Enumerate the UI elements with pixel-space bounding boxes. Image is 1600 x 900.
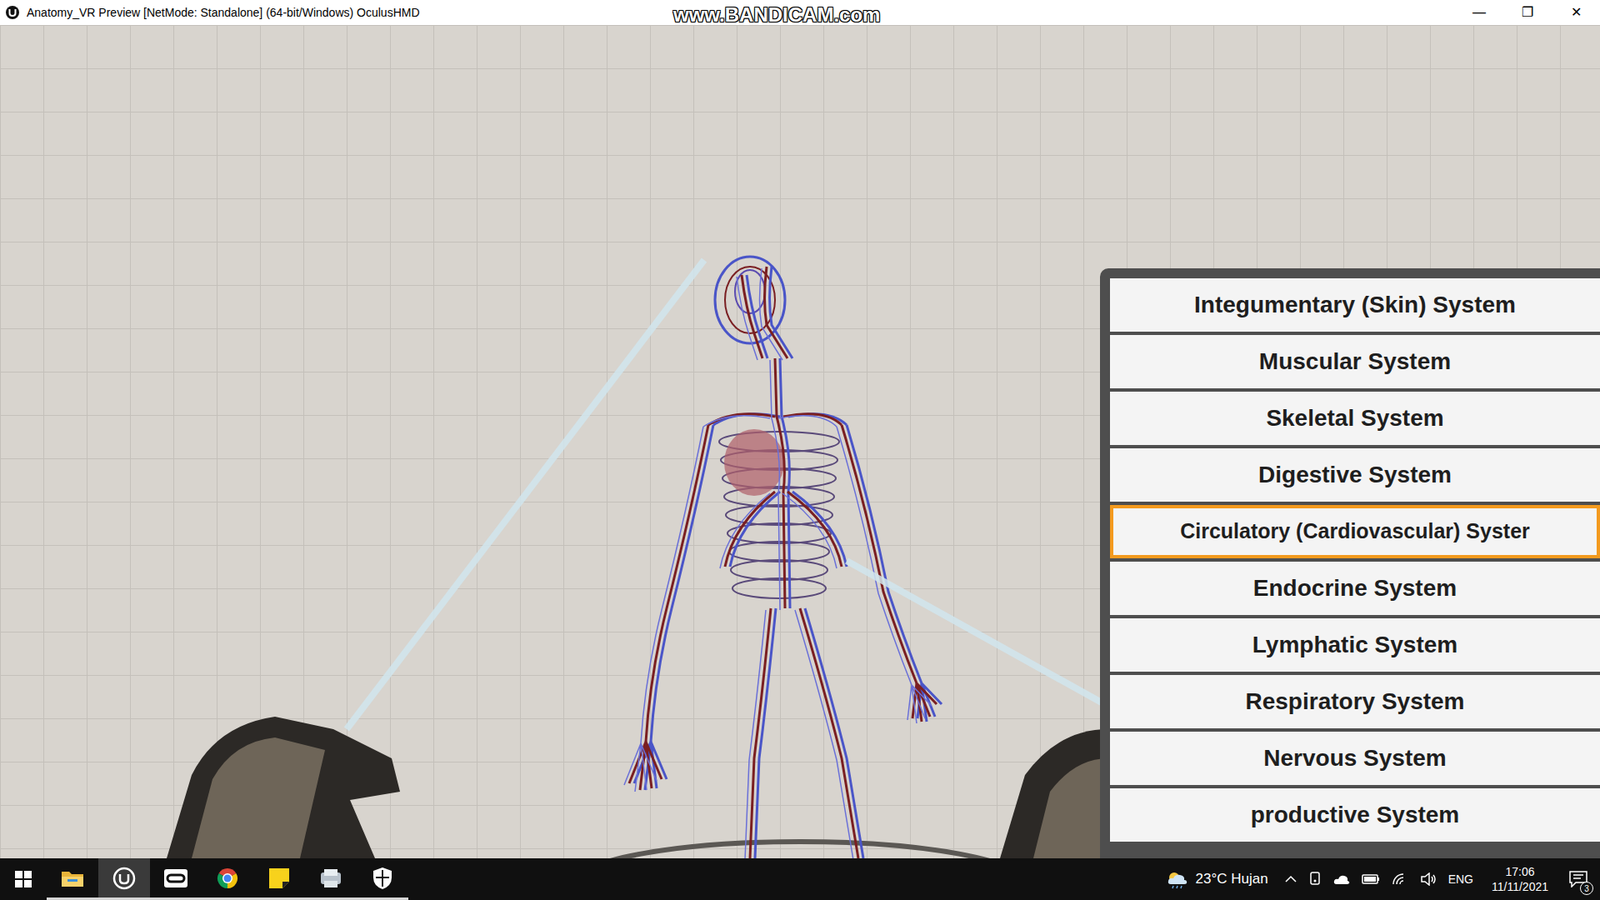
- sticky-notes-icon: [268, 867, 290, 890]
- system-menu-item[interactable]: Digestive System: [1110, 448, 1600, 502]
- wifi-icon[interactable]: [1391, 872, 1409, 886]
- chrome-icon: [215, 866, 240, 890]
- window-control-button[interactable]: ❐: [1503, 0, 1552, 25]
- taskbar-app[interactable]: [150, 858, 202, 900]
- battery-icon[interactable]: [1361, 874, 1380, 885]
- circulatory-figure: [624, 256, 942, 859]
- right-laser-pointer: [846, 560, 1123, 715]
- window-title: Anatomy_VR Preview [NetMode: Standalone]…: [26, 4, 420, 22]
- title-bar: Anatomy_VR Preview [NetMode: Standalone]…: [0, 0, 1600, 25]
- taskbar-app[interactable]: [305, 858, 357, 900]
- cloud-icon[interactable]: [1333, 873, 1350, 885]
- system-menu-panel: Integumentary (Skin) SystemMuscular Syst…: [1100, 268, 1600, 859]
- notification-button[interactable]: 3: [1556, 858, 1600, 900]
- taskbar-app[interactable]: [356, 858, 409, 900]
- window-controls: —❐✕: [1455, 0, 1600, 25]
- weather-text: 23°C Hujan: [1195, 868, 1269, 890]
- taskbar-app[interactable]: [46, 858, 99, 900]
- start-button[interactable]: [0, 858, 47, 900]
- system-menu-item[interactable]: Lymphatic System: [1110, 618, 1600, 672]
- oculus-icon: [163, 868, 189, 889]
- chevron-up-icon[interactable]: [1285, 875, 1297, 884]
- system-menu-item[interactable]: Muscular System: [1110, 335, 1600, 389]
- vr-viewport: Integumentary (Skin) SystemMuscular Syst…: [0, 25, 1600, 859]
- volume-icon[interactable]: [1420, 872, 1437, 886]
- clock-time: 17:06: [1505, 864, 1535, 880]
- window-control-button[interactable]: ✕: [1551, 0, 1600, 25]
- system-menu-item[interactable]: Circulatory (Cardiovascular) Syster: [1110, 505, 1600, 559]
- system-menu-item[interactable]: Integumentary (Skin) System: [1110, 278, 1600, 332]
- windows-logo-icon: [15, 870, 32, 888]
- taskbar-app[interactable]: [201, 858, 254, 900]
- application-icon: [319, 867, 343, 890]
- left-hand-icon: [166, 716, 400, 859]
- file-explorer-icon: [60, 868, 85, 889]
- device-icon[interactable]: [1308, 871, 1322, 887]
- system-menu-item[interactable]: Skeletal System: [1110, 391, 1600, 445]
- system-menu-item[interactable]: Endocrine System: [1110, 561, 1600, 615]
- platform-ring: [575, 841, 1025, 859]
- window-control-button[interactable]: —: [1455, 0, 1504, 25]
- clock-date: 11/11/2021: [1491, 879, 1549, 895]
- taskbar: 23°C Hujan ENG 17:0611/11/2021 3: [0, 858, 1600, 900]
- unreal-window-icon: [5, 5, 20, 20]
- clock[interactable]: 17:0611/11/2021: [1483, 864, 1557, 895]
- left-laser-pointer: [346, 260, 705, 730]
- system-tray: ENG: [1275, 870, 1484, 889]
- desktop: Anatomy_VR Preview [NetMode: Standalone]…: [0, 0, 1600, 900]
- rain-cloud-icon: [1165, 869, 1190, 890]
- security-shield-icon: [372, 866, 393, 890]
- system-menu-item[interactable]: Nervous System: [1110, 731, 1600, 785]
- weather-widget[interactable]: 23°C Hujan: [1159, 868, 1275, 890]
- taskbar-app[interactable]: [98, 858, 150, 900]
- language-indicator[interactable]: ENG: [1448, 870, 1474, 889]
- unreal-engine-icon: [112, 866, 136, 890]
- system-menu-item[interactable]: productive System: [1110, 788, 1600, 842]
- system-menu-item[interactable]: Respiratory System: [1110, 675, 1600, 729]
- notification-count: 3: [1580, 881, 1594, 895]
- taskbar-app[interactable]: [253, 858, 305, 900]
